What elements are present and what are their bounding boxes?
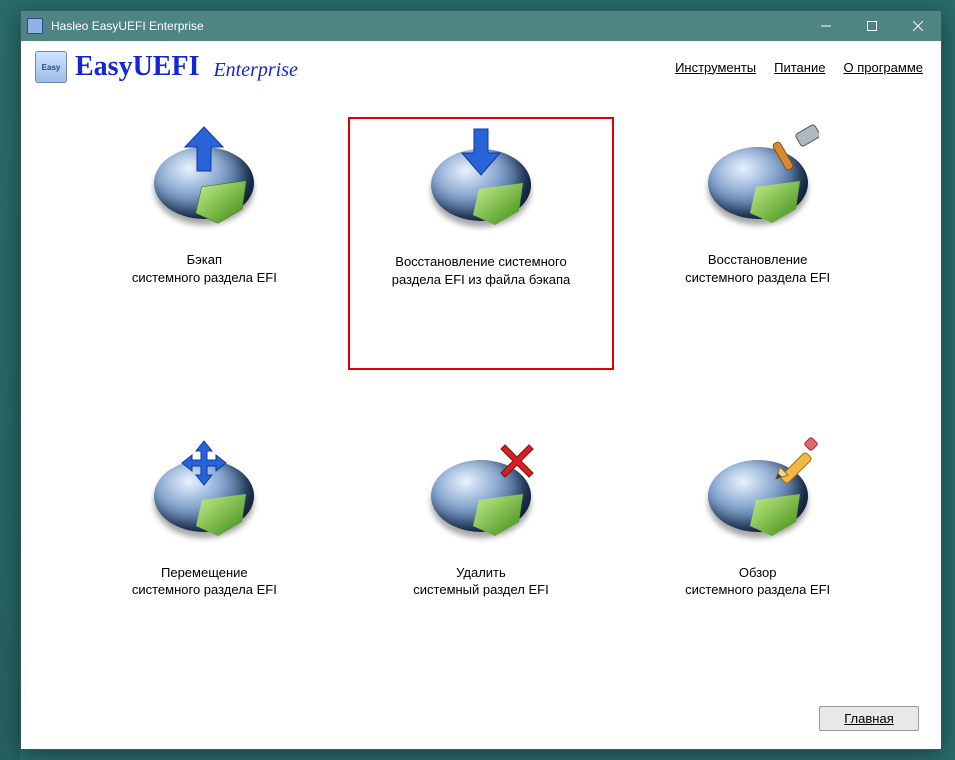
tile-rebuild-efi[interactable]: Восстановление системного раздела EFI bbox=[624, 117, 891, 370]
menu-about[interactable]: О программе bbox=[843, 60, 923, 75]
menu-power[interactable]: Питание bbox=[774, 60, 825, 75]
tile-label: Удалить системный раздел EFI bbox=[413, 564, 548, 599]
delete-icon bbox=[426, 442, 536, 552]
tile-explore-efi[interactable]: Обзор системного раздела EFI bbox=[624, 430, 891, 683]
tile-label: Восстановление системного раздела EFI bbox=[685, 251, 830, 286]
content-grid: Бэкап системного раздела EFI Восстановле… bbox=[21, 87, 941, 692]
rebuild-icon bbox=[703, 129, 813, 239]
arrow-up-icon bbox=[179, 125, 229, 175]
footer: Главная bbox=[21, 692, 941, 749]
tile-label: Восстановление системного раздела EFI из… bbox=[392, 253, 571, 288]
hammer-icon bbox=[769, 123, 819, 173]
desktop-background bbox=[0, 0, 20, 760]
pencil-icon bbox=[769, 436, 819, 486]
window-controls bbox=[803, 11, 941, 41]
maximize-button[interactable] bbox=[849, 11, 895, 41]
main-button[interactable]: Главная bbox=[819, 706, 919, 731]
restore-icon bbox=[426, 131, 536, 241]
logo-icon: Easy bbox=[35, 51, 67, 83]
logo-block: Easy EasyUEFI Enterprise bbox=[35, 51, 298, 83]
window-title: Hasleo EasyUEFI Enterprise bbox=[51, 19, 204, 33]
close-button[interactable] bbox=[895, 11, 941, 41]
tile-label: Перемещение системного раздела EFI bbox=[132, 564, 277, 599]
brand-name: EasyUEFI bbox=[75, 51, 199, 83]
tile-backup-efi[interactable]: Бэкап системного раздела EFI bbox=[71, 117, 338, 370]
explore-icon bbox=[703, 442, 813, 552]
menu-tools[interactable]: Инструменты bbox=[675, 60, 756, 75]
tile-move-efi[interactable]: Перемещение системного раздела EFI bbox=[71, 430, 338, 683]
x-icon bbox=[492, 436, 542, 486]
tile-label: Бэкап системного раздела EFI bbox=[132, 251, 277, 286]
tile-label: Обзор системного раздела EFI bbox=[685, 564, 830, 599]
header: Easy EasyUEFI Enterprise Инструменты Пит… bbox=[21, 41, 941, 87]
backup-icon bbox=[149, 129, 259, 239]
tile-restore-from-backup[interactable]: Восстановление системного раздела EFI из… bbox=[348, 117, 615, 370]
arrow-down-icon bbox=[456, 127, 506, 177]
minimize-button[interactable] bbox=[803, 11, 849, 41]
move-icon bbox=[149, 442, 259, 552]
main-menu: Инструменты Питание О программе bbox=[675, 60, 923, 75]
app-icon bbox=[27, 18, 43, 34]
tile-delete-efi[interactable]: Удалить системный раздел EFI bbox=[348, 430, 615, 683]
brand-subtitle: Enterprise bbox=[213, 59, 297, 82]
app-window: Hasleo EasyUEFI Enterprise Easy EasyUEFI… bbox=[20, 10, 942, 750]
move-arrows-icon bbox=[179, 438, 229, 488]
titlebar: Hasleo EasyUEFI Enterprise bbox=[21, 11, 941, 41]
